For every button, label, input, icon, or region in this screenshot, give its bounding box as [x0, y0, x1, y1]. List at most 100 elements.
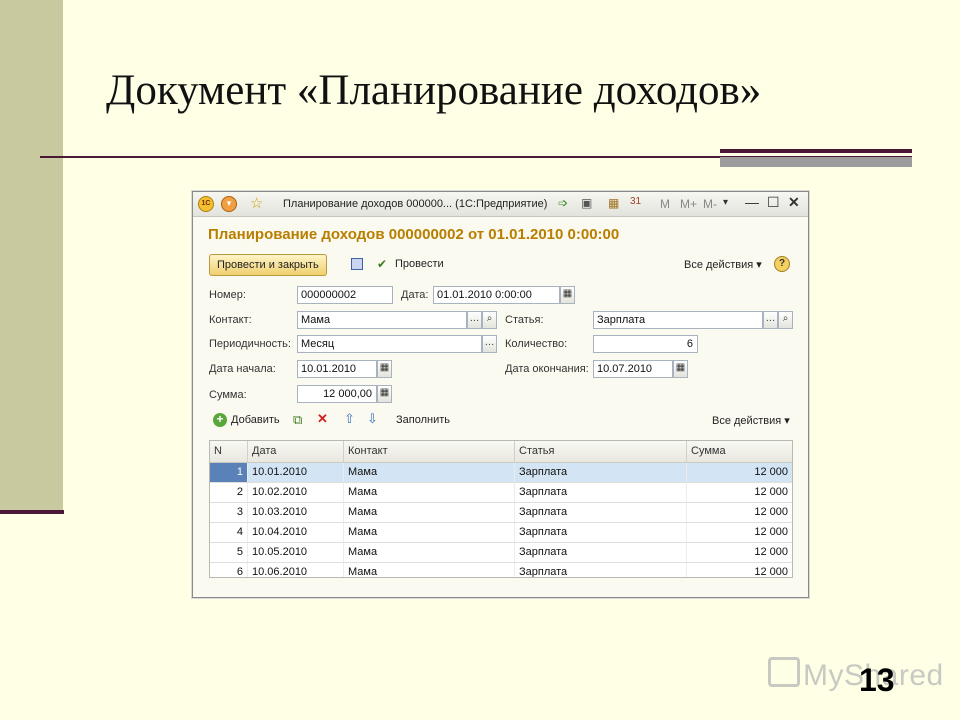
cell-date[interactable]: 10.02.2010 [248, 483, 344, 502]
cell-contact[interactable]: Мама [344, 483, 515, 502]
column-header-date[interactable]: Дата [248, 441, 344, 462]
cell-article[interactable]: Зарплата [515, 543, 687, 562]
article-label: Статья: [505, 314, 544, 326]
favorite-star-icon[interactable]: ☆ [250, 194, 263, 212]
table-body: 1 10.01.2010 Мама Зарплата 12 000 2 10.02.2010… [210, 463, 792, 577]
table-all-actions-menu[interactable]: Все действия ▾ [712, 414, 790, 427]
table-header: N Дата Контакт Статья Сумма [210, 441, 792, 463]
column-header-n[interactable]: N [210, 441, 248, 462]
save-icon[interactable] [351, 258, 363, 270]
cell-n[interactable]: 4 [210, 523, 248, 542]
cell-n[interactable]: 2 [210, 483, 248, 502]
cell-article[interactable]: Зарплата [515, 523, 687, 542]
cell-sum[interactable]: 12 000 [687, 563, 792, 577]
post-button[interactable]: Провести [395, 258, 444, 270]
add-button[interactable]: Добавить [231, 414, 280, 426]
memory-button[interactable]: M [660, 197, 670, 211]
table-row[interactable]: 1 10.01.2010 Мама Зарплата 12 000 [210, 463, 792, 483]
table-row[interactable]: 4 10.04.2010 Мама Зарплата 12 000 [210, 523, 792, 543]
go-arrow-icon[interactable]: ➩ [558, 196, 568, 210]
bookmark-icon[interactable]: ▣ [581, 196, 592, 210]
table-row[interactable]: 5 10.05.2010 Мама Зарплата 12 000 [210, 543, 792, 563]
add-icon[interactable]: + [213, 413, 227, 427]
cell-sum[interactable]: 12 000 [687, 543, 792, 562]
period-label: Периодичность: [209, 338, 291, 350]
cell-sum[interactable]: 12 000 [687, 463, 792, 482]
app-logo-icon[interactable]: 1С [198, 196, 214, 212]
main-menu-icon[interactable]: ▾ [221, 196, 237, 212]
date-calendar-icon[interactable]: ▦ [560, 286, 575, 304]
cell-date[interactable]: 10.03.2010 [248, 503, 344, 522]
memory-minus-button[interactable]: M- [703, 197, 717, 211]
fill-button[interactable]: Заполнить [396, 414, 450, 426]
post-and-close-button[interactable]: Провести и закрыть [209, 254, 327, 276]
article-select-button[interactable]: … [763, 311, 778, 329]
column-header-article[interactable]: Статья [515, 441, 687, 462]
cell-contact[interactable]: Мама [344, 563, 515, 577]
end-date-field[interactable]: 10.07.2010 [593, 360, 673, 378]
cell-contact[interactable]: Мама [344, 543, 515, 562]
quantity-field[interactable]: 6 [593, 335, 698, 353]
maximize-icon[interactable]: ☐ [767, 194, 780, 211]
calculator-icon[interactable]: ▦ [608, 196, 619, 210]
date-field[interactable]: 01.01.2010 0:00:00 [433, 286, 560, 304]
cell-article[interactable]: Зарплата [515, 463, 687, 482]
watermark: MyShared [768, 657, 944, 693]
calendar-icon[interactable]: 31 [630, 196, 641, 207]
all-actions-menu[interactable]: Все действия ▾ [684, 258, 762, 271]
period-field[interactable]: Месяц [297, 335, 482, 353]
move-up-icon[interactable]: ⇧ [344, 411, 355, 427]
contact-select-button[interactable]: … [467, 311, 482, 329]
cell-date[interactable]: 10.04.2010 [248, 523, 344, 542]
copy-row-icon[interactable]: ⧉ [293, 412, 302, 428]
table-row[interactable]: 3 10.03.2010 Мама Зарплата 12 000 [210, 503, 792, 523]
cell-date[interactable]: 10.01.2010 [248, 463, 344, 482]
end-date-label: Дата окончания: [505, 363, 589, 375]
memory-plus-button[interactable]: M+ [680, 197, 697, 211]
cell-article[interactable]: Зарплата [515, 503, 687, 522]
cell-date[interactable]: 10.05.2010 [248, 543, 344, 562]
cell-sum[interactable]: 12 000 [687, 483, 792, 502]
cell-n[interactable]: 3 [210, 503, 248, 522]
end-date-calendar-icon[interactable]: ▦ [673, 360, 688, 378]
cell-contact[interactable]: Мама [344, 503, 515, 522]
quantity-label: Количество: [505, 338, 568, 350]
article-field[interactable]: Зарплата [593, 311, 763, 329]
cell-sum[interactable]: 12 000 [687, 523, 792, 542]
sum-calculator-icon[interactable]: ▦ [377, 385, 392, 403]
number-field[interactable]: 000000002 [297, 286, 393, 304]
contact-field[interactable]: Мама [297, 311, 467, 329]
post-icon[interactable]: ✔ [377, 257, 387, 271]
dropdown-icon[interactable]: ▾ [723, 197, 728, 208]
income-plan-table: N Дата Контакт Статья Сумма 1 10.01.2010 М… [209, 440, 793, 578]
watermark-logo-icon [768, 657, 800, 687]
title-rule-accent [720, 149, 912, 167]
period-select-button[interactable]: … [482, 335, 497, 353]
cell-article[interactable]: Зарплата [515, 483, 687, 502]
close-icon[interactable]: ✕ [788, 194, 800, 211]
cell-n[interactable]: 6 [210, 563, 248, 577]
column-header-contact[interactable]: Контакт [344, 441, 515, 462]
table-row[interactable]: 2 10.02.2010 Мама Зарплата 12 000 [210, 483, 792, 503]
cell-contact[interactable]: Мама [344, 523, 515, 542]
minimize-icon[interactable]: — [745, 194, 759, 210]
sidebar-rule [0, 510, 64, 514]
cell-contact[interactable]: Мама [344, 463, 515, 482]
window-title: Планирование доходов 000000... (1С:Предп… [283, 198, 548, 210]
contact-search-icon[interactable]: ⌕ [482, 311, 497, 329]
article-search-icon[interactable]: ⌕ [778, 311, 793, 329]
app-window: 1С ▾ ☆ Планирование доходов 000000... (1… [192, 191, 809, 598]
cell-n[interactable]: 5 [210, 543, 248, 562]
delete-row-icon[interactable]: ✕ [317, 411, 328, 427]
start-date-field[interactable]: 10.01.2010 [297, 360, 377, 378]
cell-sum[interactable]: 12 000 [687, 503, 792, 522]
sum-field[interactable]: 12 000,00 [297, 385, 377, 403]
move-down-icon[interactable]: ⇩ [367, 411, 378, 427]
help-icon[interactable]: ? [774, 256, 790, 272]
column-header-sum[interactable]: Сумма [687, 441, 792, 462]
table-row[interactable]: 6 10.06.2010 Мама Зарплата 12 000 [210, 563, 792, 577]
cell-date[interactable]: 10.06.2010 [248, 563, 344, 577]
cell-n[interactable]: 1 [210, 463, 248, 482]
cell-article[interactable]: Зарплата [515, 563, 687, 577]
start-date-calendar-icon[interactable]: ▦ [377, 360, 392, 378]
